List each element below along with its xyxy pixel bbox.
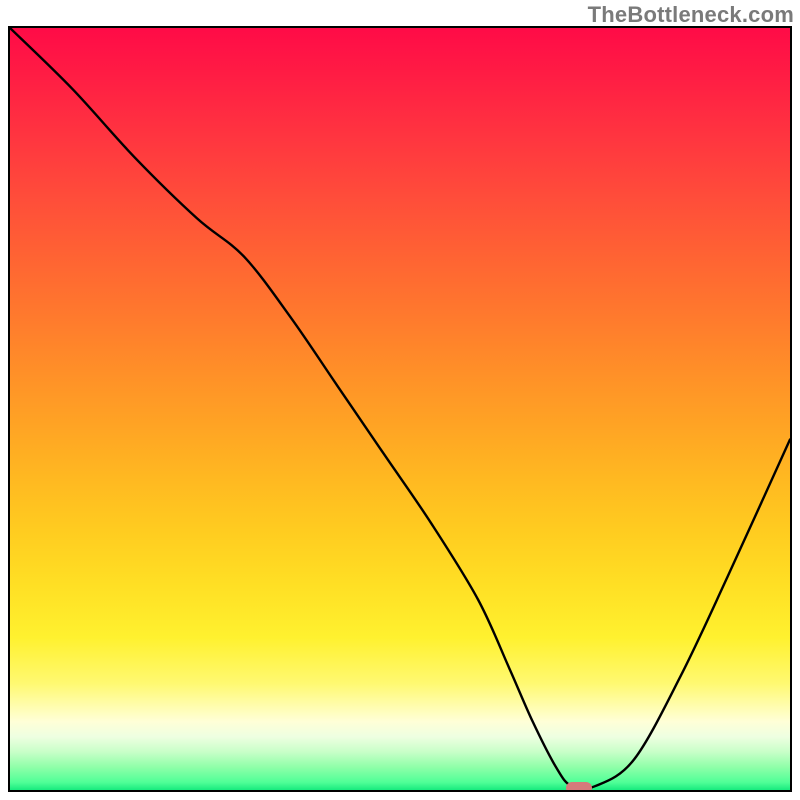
optimal-marker [566,782,592,792]
plot-area [8,26,792,792]
watermark-text: TheBottleneck.com [588,2,794,28]
chart-stage: TheBottleneck.com [0,0,800,800]
bottleneck-curve [10,28,790,790]
